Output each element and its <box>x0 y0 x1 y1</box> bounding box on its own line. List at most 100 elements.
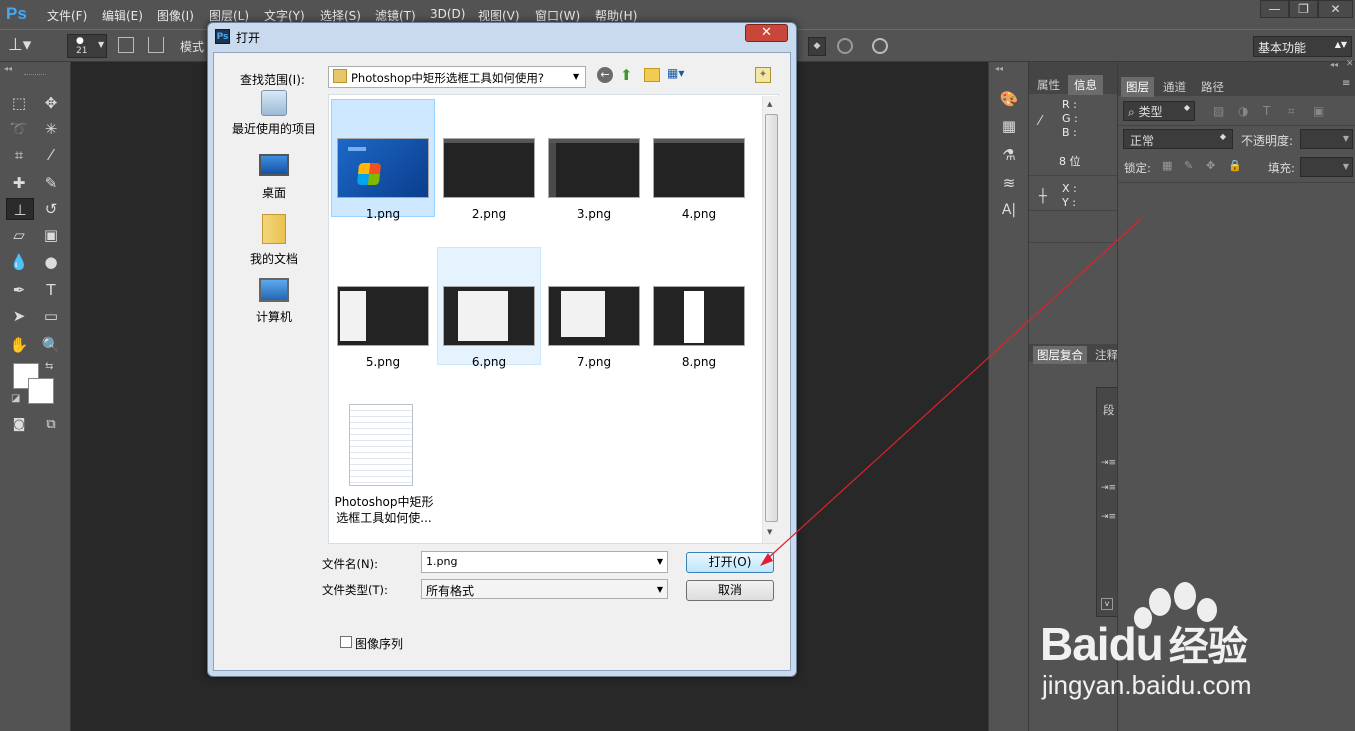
hand-tool-icon[interactable]: ✋ <box>8 334 30 356</box>
lock-all-icon[interactable]: 🔒 <box>1228 159 1242 172</box>
tab-layers[interactable]: 图层 <box>1121 77 1154 97</box>
tab-paths[interactable]: 路径 <box>1201 79 1224 95</box>
indent-left-icon[interactable]: ⇥≡ <box>1101 458 1116 468</box>
gradient-tool-icon[interactable]: ▣ <box>40 224 62 246</box>
look-in-dropdown[interactable]: Photoshop中矩形选框工具如何使用? ▼ <box>328 66 586 88</box>
filter-kind-select[interactable]: ⌕ 类型 ◆ <box>1123 101 1195 121</box>
tab-notes[interactable]: 注释 <box>1095 347 1118 363</box>
cancel-button[interactable]: 取消 <box>686 580 774 601</box>
collapse-icon[interactable]: ◂◂ <box>4 64 12 73</box>
pixel-filter-icon[interactable]: ▨ <box>1213 104 1224 118</box>
tab-info[interactable]: 信息 <box>1068 75 1103 95</box>
shape-filter-icon[interactable]: ⌗ <box>1288 104 1295 119</box>
zoom-tool-icon[interactable]: 🔍 <box>40 334 62 356</box>
close-app-button[interactable]: ✕ <box>1318 0 1353 18</box>
menu-edit[interactable]: 编辑(E) <box>102 7 143 24</box>
smart-object-filter-icon[interactable]: ▣ <box>1313 104 1324 118</box>
file-item[interactable]: 5.png <box>331 247 435 369</box>
background-color-swatch[interactable] <box>28 378 54 404</box>
file-item[interactable]: 1.png <box>331 99 435 221</box>
place-computer[interactable]: 计算机 <box>226 278 322 325</box>
rectangle-tool-icon[interactable]: ▭ <box>40 305 62 327</box>
tab-paragraph[interactable]: 段 <box>1103 402 1115 418</box>
filename-input[interactable]: 1.png ▼ <box>421 551 668 573</box>
close-panel-icon[interactable]: ✕ <box>1346 59 1354 69</box>
blur-tool-icon[interactable]: 💧 <box>8 251 30 273</box>
favorite-folder-icon[interactable]: ✦ <box>755 67 771 83</box>
swatches-panel-icon[interactable]: ▦ <box>998 115 1020 137</box>
clone-stamp-icon[interactable]: ⊥▾ <box>8 35 46 57</box>
menu-image[interactable]: 图像(I) <box>157 7 194 24</box>
file-item[interactable]: 4.png <box>647 99 751 221</box>
scroll-down-icon[interactable]: ▼ <box>767 528 772 536</box>
clone-source-icon[interactable] <box>148 37 164 53</box>
brush-tool-icon[interactable]: ✎ <box>40 172 62 194</box>
lock-pixels-icon[interactable]: ✎ <box>1184 159 1193 172</box>
panel-menu-icon[interactable]: ≡ <box>1342 78 1350 89</box>
quick-mask-icon[interactable]: ◙ <box>8 414 30 436</box>
lock-position-icon[interactable]: ✥ <box>1206 159 1215 172</box>
move-tool-icon[interactable]: ✥ <box>40 92 62 114</box>
adjustments-panel-icon[interactable]: ⚗ <box>998 144 1020 166</box>
lasso-tool-icon[interactable]: ➰ <box>8 118 30 140</box>
file-item[interactable]: 2.png <box>437 99 541 221</box>
file-item[interactable]: 3.png <box>542 99 646 221</box>
type-tool-icon[interactable]: T <box>40 279 62 301</box>
type-filter-icon[interactable]: T <box>1263 104 1270 118</box>
tab-channels[interactable]: 通道 <box>1163 79 1186 95</box>
menu-3d[interactable]: 3D(D) <box>430 7 465 21</box>
file-item[interactable]: 6.png <box>437 247 541 369</box>
color-panel-icon[interactable]: 🎨 <box>998 88 1020 110</box>
default-colors-icon[interactable]: ◪ <box>11 393 20 404</box>
healing-brush-tool-icon[interactable]: ✚ <box>8 172 30 194</box>
place-recent[interactable]: 最近使用的项目 <box>226 90 322 137</box>
new-folder-icon[interactable] <box>644 68 660 82</box>
ignore-adjustment-icon[interactable] <box>837 38 853 54</box>
magic-wand-tool-icon[interactable]: ✳ <box>40 118 62 140</box>
file-list-scrollbar[interactable]: ▲ ▼ <box>762 96 779 543</box>
dialog-close-button[interactable]: ✕ <box>745 24 788 42</box>
screen-mode-icon[interactable]: ⧉ <box>40 414 62 436</box>
place-documents[interactable]: 我的文档 <box>226 214 322 267</box>
eyedropper-tool-icon[interactable]: ⁄ <box>40 144 62 166</box>
collapse-icon[interactable]: ◂◂ <box>1330 60 1338 69</box>
menu-file[interactable]: 文件(F) <box>47 7 87 24</box>
marquee-tool-icon[interactable]: ⬚ <box>8 92 30 114</box>
up-folder-icon[interactable]: ⬆ <box>620 66 637 84</box>
sample-dropdown[interactable]: ◆ <box>808 37 826 56</box>
indent-first-icon[interactable]: ⇥≡ <box>1101 483 1116 493</box>
scroll-thumb[interactable] <box>765 114 778 522</box>
eraser-tool-icon[interactable]: ▱ <box>8 224 30 246</box>
tab-properties[interactable]: 属性 <box>1033 76 1064 94</box>
opacity-input[interactable]: ▼ <box>1300 129 1353 149</box>
image-sequence-checkbox[interactable] <box>340 636 352 648</box>
dodge-tool-icon[interactable]: ● <box>40 251 62 273</box>
minimize-button[interactable]: — <box>1260 0 1289 18</box>
crop-tool-icon[interactable]: ⌗ <box>8 144 30 166</box>
scroll-up-icon[interactable]: ▲ <box>767 100 772 108</box>
open-button[interactable]: 打开(O) <box>686 552 774 573</box>
space-before-icon[interactable]: ⇥≡ <box>1101 512 1116 522</box>
pressure-icon[interactable] <box>872 38 888 54</box>
brush-preset-picker[interactable]: ● 21 ▼ <box>67 34 107 58</box>
blend-mode-select[interactable]: 正常 ◆ <box>1123 129 1233 149</box>
path-selection-tool-icon[interactable]: ➤ <box>8 305 30 327</box>
filetype-select[interactable]: 所有格式 ▼ <box>421 579 668 599</box>
character-panel-icon[interactable]: A| <box>998 199 1020 221</box>
fill-input[interactable]: ▼ <box>1300 157 1353 177</box>
pen-tool-icon[interactable]: ✒ <box>8 279 30 301</box>
tab-layer-comps[interactable]: 图层复合 <box>1033 346 1087 364</box>
file-item[interactable]: Photoshop中矩形 选框工具如何使... <box>331 395 435 531</box>
clone-stamp-tool-icon[interactable]: ⊥ <box>6 198 34 220</box>
view-menu-icon[interactable]: ▦▾ <box>667 66 693 83</box>
swap-colors-icon[interactable]: ⇆ <box>45 361 53 372</box>
file-item[interactable]: 7.png <box>542 247 646 369</box>
lock-transparent-icon[interactable]: ▦ <box>1162 159 1172 172</box>
styles-panel-icon[interactable]: ≋ <box>998 172 1020 194</box>
adjustment-filter-icon[interactable]: ◑ <box>1238 104 1248 118</box>
workspace-selector[interactable]: 基本功能 ▲▼ <box>1253 36 1352 57</box>
place-desktop[interactable]: 桌面 <box>226 154 322 201</box>
back-icon[interactable]: ← <box>597 67 613 83</box>
history-brush-tool-icon[interactable]: ↺ <box>40 198 62 220</box>
toggle-brush-panel-icon[interactable] <box>118 37 134 53</box>
